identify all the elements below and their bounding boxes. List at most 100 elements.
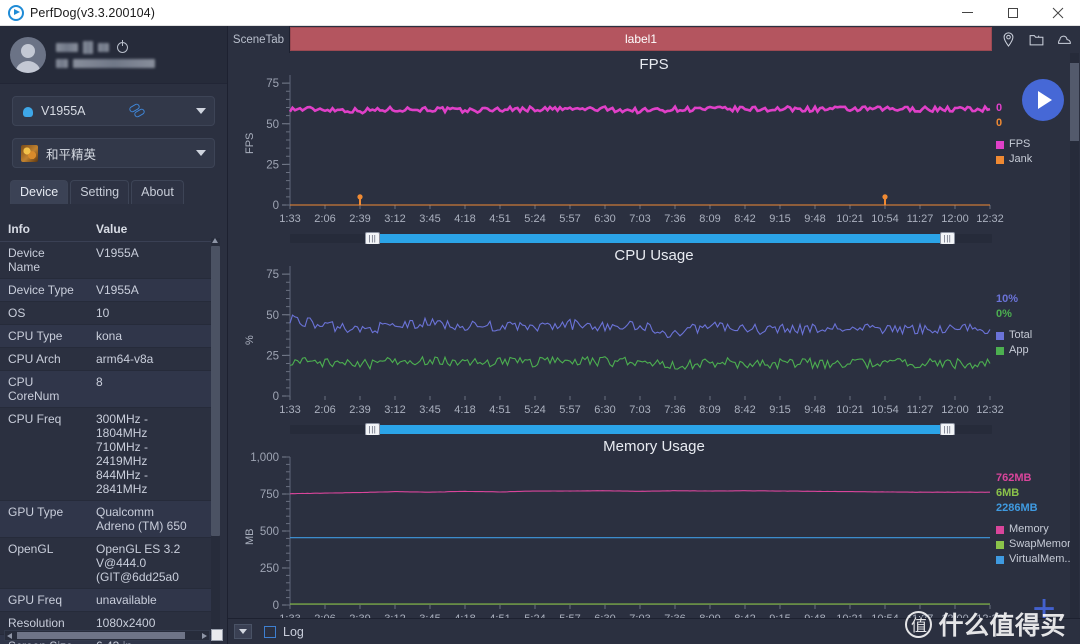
log-dropdown-button[interactable] bbox=[234, 624, 252, 639]
sidebar-scroll-thumb[interactable] bbox=[211, 246, 220, 536]
user-profile bbox=[0, 26, 227, 84]
scene-bar: SceneTab label1 bbox=[228, 26, 1080, 53]
table-row[interactable]: OS 10 bbox=[0, 301, 213, 325]
value-cell: unavailable bbox=[88, 588, 213, 612]
table-row[interactable]: CPU Type kona bbox=[0, 324, 213, 348]
cloud-icon[interactable] bbox=[1056, 31, 1073, 48]
legend-item[interactable]: Jank bbox=[996, 152, 1032, 167]
table-row[interactable]: CPU Freq 300MHz - 1804MHz 710MHz - 2419MH… bbox=[0, 407, 213, 501]
play-button[interactable] bbox=[1022, 79, 1064, 121]
legend-item[interactable]: App bbox=[996, 343, 1032, 358]
legend-label: Jank bbox=[1009, 153, 1033, 165]
table-row[interactable]: CPU Arch arm64-v8a bbox=[0, 347, 213, 371]
sidebar-horizontal-scrollbar[interactable] bbox=[4, 630, 210, 641]
series-memory bbox=[289, 490, 990, 495]
legend-item[interactable]: SwapMemory bbox=[996, 537, 1076, 552]
timeline-range[interactable] bbox=[376, 425, 946, 434]
legend-item[interactable]: Memory bbox=[996, 522, 1076, 537]
table-row[interactable]: Device Name V1955A bbox=[0, 241, 213, 279]
scene-tab-label[interactable]: SceneTab bbox=[228, 26, 290, 53]
tab-about[interactable]: About bbox=[131, 180, 184, 204]
svg-text:12:32: 12:32 bbox=[976, 404, 1004, 416]
legend-item[interactable]: Total bbox=[996, 328, 1032, 343]
info-cell: Device Type bbox=[0, 278, 88, 302]
tab-device[interactable]: Device bbox=[10, 180, 69, 204]
table-row[interactable]: Device Type V1955A bbox=[0, 278, 213, 302]
maximize-button[interactable] bbox=[990, 0, 1035, 26]
scroll-up-icon[interactable] bbox=[212, 238, 218, 243]
table-row[interactable]: CPU CoreNum 8 bbox=[0, 370, 213, 408]
svg-text:8:42: 8:42 bbox=[734, 213, 755, 225]
y-axis-label: FPS bbox=[244, 132, 256, 154]
sidebar-vertical-scrollbar[interactable] bbox=[211, 238, 220, 644]
info-cell: CPU CoreNum bbox=[0, 370, 88, 408]
svg-text:10:21: 10:21 bbox=[836, 404, 864, 416]
sidebar-hscroll-thumb[interactable] bbox=[17, 632, 185, 639]
table-row[interactable]: OpenGL OpenGL ES 3.2 V@444.0 (GIT@6dd25a0 bbox=[0, 537, 213, 589]
scroll-left-icon[interactable] bbox=[7, 633, 12, 639]
svg-text:4:18: 4:18 bbox=[454, 213, 475, 225]
info-cell: CPU Freq bbox=[0, 407, 88, 501]
content-scroll-thumb[interactable] bbox=[1070, 63, 1079, 141]
svg-text:9:48: 9:48 bbox=[804, 404, 825, 416]
app-select-value: 和平精英 bbox=[46, 147, 97, 162]
svg-text:8:09: 8:09 bbox=[699, 404, 720, 416]
scroll-right-icon[interactable] bbox=[202, 633, 207, 639]
info-cell: CPU Type bbox=[0, 324, 88, 348]
legend-value: 10% bbox=[996, 293, 1019, 305]
legend-value: 0% bbox=[996, 308, 1012, 320]
log-checkbox[interactable] bbox=[264, 625, 276, 638]
svg-text:10:54: 10:54 bbox=[871, 213, 899, 225]
svg-text:8:09: 8:09 bbox=[699, 213, 720, 225]
app-select[interactable]: 和平精英 bbox=[12, 138, 215, 168]
svg-text:500: 500 bbox=[260, 526, 279, 538]
window-title: PerfDog(v3.3.200104) bbox=[30, 5, 155, 20]
info-cell: OpenGL bbox=[0, 537, 88, 589]
minimize-button[interactable] bbox=[945, 0, 990, 26]
svg-text:750: 750 bbox=[260, 489, 279, 501]
svg-text:25: 25 bbox=[266, 159, 279, 171]
legend-label: Memory bbox=[1009, 523, 1049, 535]
svg-text:9:15: 9:15 bbox=[769, 404, 790, 416]
power-icon[interactable] bbox=[117, 40, 128, 53]
y-axis-label: % bbox=[244, 335, 256, 345]
svg-text:10:21: 10:21 bbox=[836, 213, 864, 225]
device-select[interactable]: V1955A bbox=[12, 96, 215, 126]
plot-area: 0 25 50 75 1:33 2:06 2:39 3:12 3:45 4:18 4:51 5:24 5… bbox=[266, 75, 1004, 225]
chevron-down-icon bbox=[196, 150, 206, 156]
svg-text:9:48: 9:48 bbox=[804, 213, 825, 225]
scene-marker[interactable]: label1 bbox=[290, 27, 992, 51]
table-row[interactable]: GPU Type Qualcomm Adreno (TM) 650 bbox=[0, 500, 213, 538]
tab-setting[interactable]: Setting bbox=[70, 180, 130, 204]
svg-text:7:36: 7:36 bbox=[664, 404, 685, 416]
svg-text:7:36: 7:36 bbox=[664, 213, 685, 225]
status-bar: Log bbox=[228, 618, 1080, 644]
avatar[interactable] bbox=[10, 36, 46, 73]
location-pin-icon[interactable] bbox=[1000, 31, 1017, 48]
timeline-range[interactable] bbox=[376, 234, 946, 243]
content-vertical-scrollbar[interactable] bbox=[1070, 53, 1079, 641]
legend-label: Total bbox=[1009, 329, 1033, 341]
folder-icon[interactable] bbox=[1028, 31, 1045, 48]
close-button[interactable] bbox=[1035, 0, 1080, 26]
svg-text:5:24: 5:24 bbox=[524, 213, 545, 225]
svg-text:12:00: 12:00 bbox=[941, 404, 969, 416]
table-row[interactable]: GPU Freq unavailable bbox=[0, 588, 213, 612]
legend-item[interactable]: FPS bbox=[996, 137, 1032, 152]
legend-swatch bbox=[996, 346, 1004, 355]
svg-text:5:57: 5:57 bbox=[559, 404, 580, 416]
svg-text:25: 25 bbox=[266, 350, 279, 362]
legend-swatch bbox=[996, 155, 1004, 164]
legend-label: FPS bbox=[1009, 138, 1031, 150]
legend-label: VirtualMem... bbox=[1009, 553, 1074, 565]
charts-container: FPS FPS 0 25 50 75 1:33 2:06 2:39 3:12 3:45 4:18 4:5… bbox=[228, 53, 1080, 644]
svg-text:7:03: 7:03 bbox=[629, 404, 650, 416]
link-icon[interactable] bbox=[127, 102, 146, 119]
svg-text:6:30: 6:30 bbox=[594, 213, 615, 225]
chart-fps: FPS FPS 0 25 50 75 1:33 2:06 2:39 3:12 3:45 4:18 4:5… bbox=[228, 53, 1080, 245]
legend-item[interactable]: VirtualMem... bbox=[996, 552, 1076, 567]
chart-legend: 10% 0% Total App bbox=[996, 292, 1032, 358]
value-cell: 8 bbox=[88, 370, 213, 408]
device-info-table-wrap: Info Value Device Name V1955A Device Type V… bbox=[0, 217, 228, 644]
legend-swatch bbox=[996, 555, 1004, 564]
